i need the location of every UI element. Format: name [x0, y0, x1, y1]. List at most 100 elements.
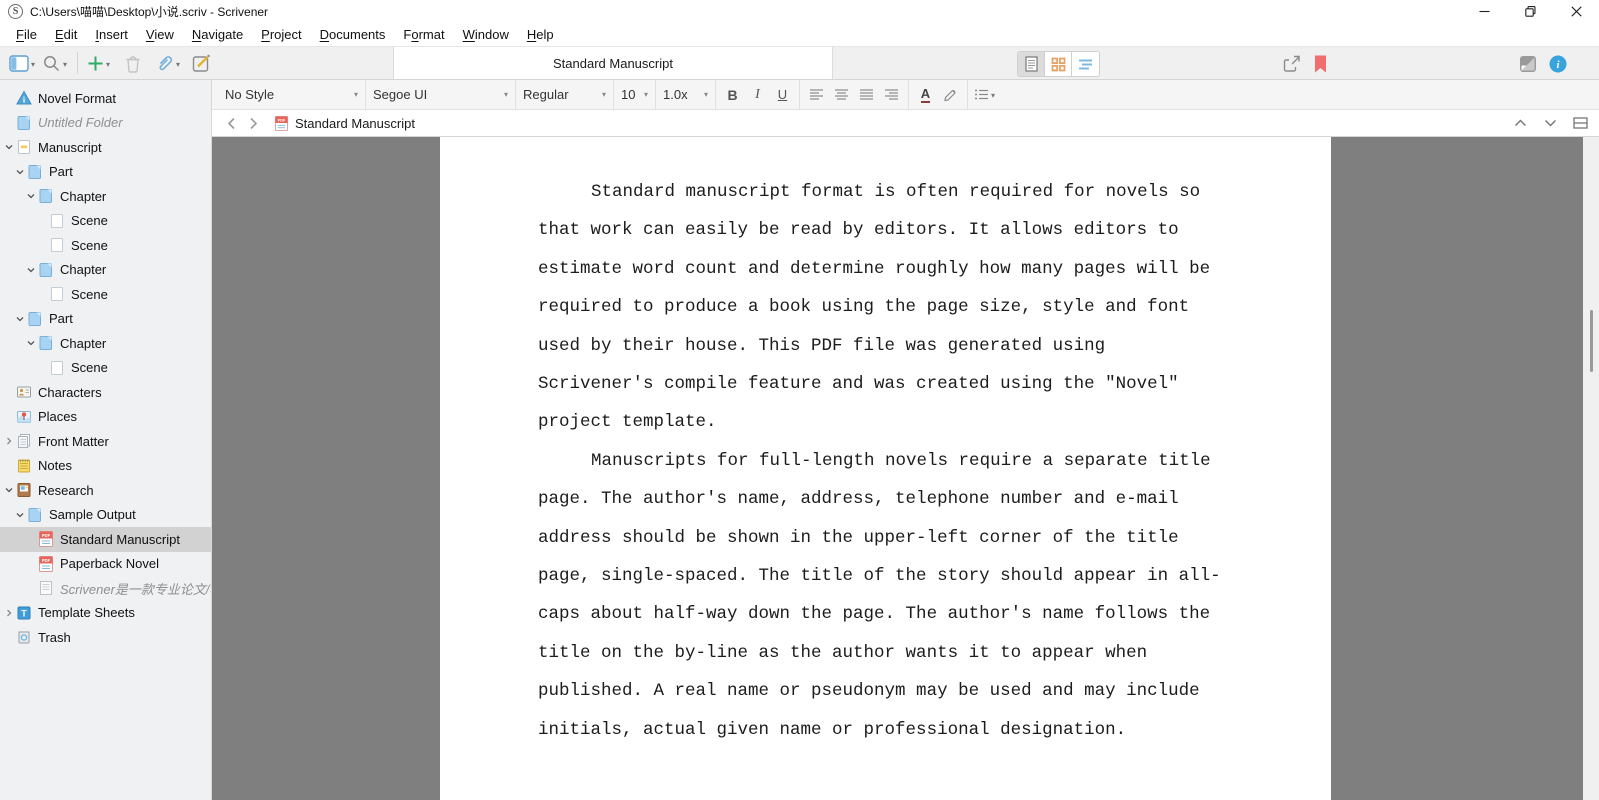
folder-icon — [27, 164, 43, 180]
manuscript-page[interactable]: Standard manuscript format is often requ… — [440, 137, 1331, 800]
align-justify-button[interactable] — [854, 83, 879, 107]
back-button[interactable] — [222, 114, 240, 132]
chevron-expanded-icon[interactable] — [24, 337, 37, 350]
sidebar-item-sample-output[interactable]: Sample Output — [0, 503, 211, 528]
sidebar-item-standard-manuscript[interactable]: PDFStandard Manuscript — [0, 527, 211, 552]
sidebar-item-notes[interactable]: Notes — [0, 454, 211, 479]
sidebar-item-template-sheets[interactable]: TTemplate Sheets — [0, 601, 211, 626]
sidebar-item-novel-format[interactable]: iNovel Format — [0, 86, 211, 111]
menu-edit[interactable]: Edit — [46, 25, 86, 44]
menu-insert[interactable]: Insert — [86, 25, 137, 44]
sidebar-item-part[interactable]: Part — [0, 160, 211, 185]
editor-scrollbar[interactable] — [1583, 137, 1599, 800]
sidebar-item-chapter[interactable]: Chapter — [0, 331, 211, 356]
underline-button[interactable]: U — [770, 83, 795, 107]
size-value: 10 — [621, 87, 635, 102]
font-variant-dropdown[interactable]: Regular▾ — [516, 80, 614, 109]
scrollbar-thumb[interactable] — [1590, 310, 1593, 372]
restore-button[interactable] — [1507, 0, 1553, 23]
document-view-button[interactable] — [1018, 52, 1045, 76]
folder-icon — [27, 507, 43, 523]
add-item-button[interactable]: ▾ — [85, 50, 113, 76]
sidebar-item-places[interactable]: Places — [0, 405, 211, 430]
sidebar-item-label: Template Sheets — [38, 605, 135, 620]
sidebar-item-label: Notes — [38, 458, 72, 473]
menu-window[interactable]: Window — [454, 25, 518, 44]
chevron-collapsed-icon[interactable] — [2, 606, 15, 619]
editor-tab[interactable]: Standard Manuscript — [393, 47, 833, 79]
align-justify-icon — [859, 88, 874, 101]
chevron-expanded-icon[interactable] — [13, 165, 26, 178]
sidebar-item-scene[interactable]: Scene — [0, 209, 211, 234]
menu-file[interactable]: File — [7, 25, 46, 44]
split-editor-button[interactable] — [1571, 114, 1589, 132]
corkboard-view-button[interactable] — [1045, 52, 1072, 76]
sidebar-item-chapter[interactable]: Chapter — [0, 184, 211, 209]
menu-view[interactable]: View — [137, 25, 183, 44]
menu-format[interactable]: Format — [394, 25, 453, 44]
sidebar-item-label: Scene — [71, 213, 108, 228]
inspector-button[interactable]: i — [1548, 54, 1568, 74]
font-size-dropdown[interactable]: 10▾ — [614, 80, 656, 109]
align-right-button[interactable] — [879, 83, 904, 107]
sidebar-item-characters[interactable]: Characters — [0, 380, 211, 405]
text-color-button[interactable]: A — [913, 83, 938, 107]
search-button[interactable]: ▾ — [40, 50, 70, 76]
sidebar-item-trash[interactable]: Trash — [0, 625, 211, 650]
spacing-value: 1.0x — [663, 87, 688, 102]
corkboard-view-icon — [1051, 57, 1066, 72]
list-format-button[interactable]: ▾ — [968, 83, 1002, 107]
sidebar-item-scene[interactable]: Scene — [0, 233, 211, 258]
outline-view-button[interactable] — [1072, 52, 1099, 76]
bold-button[interactable]: B — [720, 83, 745, 107]
menu-navigate[interactable]: Navigate — [183, 25, 252, 44]
sidebar-item-scene[interactable]: Scene — [0, 356, 211, 381]
chevron-expanded-icon[interactable] — [24, 263, 37, 276]
sidebar-item-scene[interactable]: Scene — [0, 282, 211, 307]
pdf-icon: PDF — [38, 531, 54, 547]
align-center-button[interactable] — [829, 83, 854, 107]
sidebar-item-part[interactable]: Part — [0, 307, 211, 332]
binder-toggle-button[interactable]: ▾ — [7, 50, 38, 76]
sidebar-item-scrivener[interactable]: Scrivener是一款专业论文/小... — [0, 576, 211, 601]
menu-project[interactable]: Project — [252, 25, 310, 44]
folder-icon — [16, 115, 32, 131]
align-left-button[interactable] — [804, 83, 829, 107]
chevron-expanded-icon[interactable] — [13, 312, 26, 325]
sidebar-item-untitled-folder[interactable]: Untitled Folder — [0, 111, 211, 136]
compose-mode-button[interactable] — [1518, 54, 1538, 74]
move-to-trash-button[interactable] — [122, 50, 144, 76]
chevron-collapsed-icon[interactable] — [2, 435, 15, 448]
sidebar-item-label: Untitled Folder — [38, 115, 123, 130]
sidebar-item-research[interactable]: Research — [0, 478, 211, 503]
sidebar-item-manuscript[interactable]: Manuscript — [0, 135, 211, 160]
highlighter-icon — [943, 87, 958, 102]
italic-button[interactable]: I — [745, 83, 770, 107]
chevron-expanded-icon[interactable] — [24, 190, 37, 203]
menu-documents[interactable]: Documents — [311, 25, 395, 44]
previous-document-button[interactable] — [1511, 114, 1529, 132]
forward-button[interactable] — [244, 114, 262, 132]
chevron-expanded-icon[interactable] — [2, 484, 15, 497]
minimize-button[interactable] — [1461, 0, 1507, 23]
chevron-expanded-icon[interactable] — [2, 141, 15, 154]
attach-button[interactable]: ▾ — [153, 50, 183, 76]
search-icon — [42, 54, 61, 73]
next-document-button[interactable] — [1541, 114, 1559, 132]
font-dropdown[interactable]: Segoe UI▾ — [366, 80, 516, 109]
style-dropdown[interactable]: No Style▾ — [218, 80, 366, 109]
scrivener-window: S C:\Users\喵喵\Desktop\小说.scriv - Scriven… — [0, 0, 1599, 800]
sidebar-item-chapter[interactable]: Chapter — [0, 258, 211, 283]
sidebar-item-paperback-novel[interactable]: PDFPaperback Novel — [0, 552, 211, 577]
sidebar-item-front-matter[interactable]: Front Matter — [0, 429, 211, 454]
menu-help[interactable]: Help — [518, 25, 563, 44]
highlight-button[interactable] — [938, 83, 963, 107]
binder-list: iNovel FormatUntitled FolderManuscriptPa… — [0, 86, 211, 650]
close-button[interactable] — [1553, 0, 1599, 23]
bookmark-button[interactable] — [1310, 54, 1330, 74]
quick-note-button[interactable] — [190, 50, 213, 76]
line-spacing-dropdown[interactable]: 1.0x▾ — [656, 80, 716, 109]
notes-icon — [16, 458, 32, 474]
share-button[interactable] — [1282, 54, 1302, 74]
chevron-expanded-icon[interactable] — [13, 508, 26, 521]
